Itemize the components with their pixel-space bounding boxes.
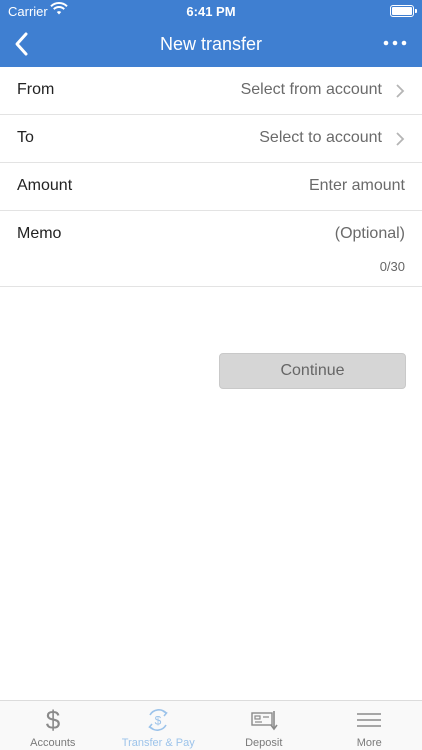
transfer-form: From Select from account To Select to ac… (0, 67, 422, 287)
from-label: From (17, 81, 55, 98)
tab-label: More (356, 737, 382, 749)
to-account-row[interactable]: To Select to account (0, 115, 422, 163)
svg-text:$: $ (46, 706, 61, 734)
tab-deposit[interactable]: Deposit (211, 701, 317, 750)
memo-row: Memo (Optional) 0/30 (0, 211, 422, 287)
tab-label: Transfer & Pay (121, 737, 195, 749)
tab-more[interactable]: More (317, 701, 422, 750)
clock: 6:41 PM (186, 4, 236, 19)
battery-icon (390, 5, 417, 17)
memo-input[interactable]: (Optional) (335, 225, 405, 243)
status-bar: Carrier 6:41 PM (0, 0, 422, 22)
menu-lines-icon (355, 706, 383, 734)
deposit-check-icon (250, 706, 278, 734)
page-title: New transfer (159, 34, 263, 54)
tab-accounts[interactable]: $ Accounts (0, 701, 106, 750)
dollar-icon: $ (39, 705, 67, 735)
from-account-row[interactable]: From Select from account (0, 67, 422, 115)
amount-row: Amount Enter amount (0, 163, 422, 211)
to-label: To (17, 129, 34, 146)
more-dots-icon[interactable] (382, 30, 408, 56)
to-account-value: Select to account (259, 129, 382, 146)
transfer-dollar-icon: $ (144, 706, 172, 734)
svg-text:$: $ (155, 714, 162, 728)
tab-label: Accounts (30, 737, 76, 749)
memo-label: Memo (17, 225, 62, 242)
amount-input[interactable]: Enter amount (309, 177, 405, 195)
tab-transfer-pay[interactable]: $ Transfer & Pay (106, 701, 212, 750)
chevron-right-icon (395, 83, 405, 99)
continue-button[interactable]: Continue (219, 353, 406, 389)
memo-char-counter: 0/30 (379, 259, 405, 274)
from-account-value: Select from account (240, 81, 382, 98)
tab-label: Deposit (245, 737, 283, 749)
amount-label: Amount (17, 177, 73, 194)
tab-bar: $ Accounts $ Transfer & Pay Deposit More (0, 700, 422, 750)
chevron-right-icon (395, 131, 405, 147)
nav-bar: New transfer (0, 22, 422, 67)
